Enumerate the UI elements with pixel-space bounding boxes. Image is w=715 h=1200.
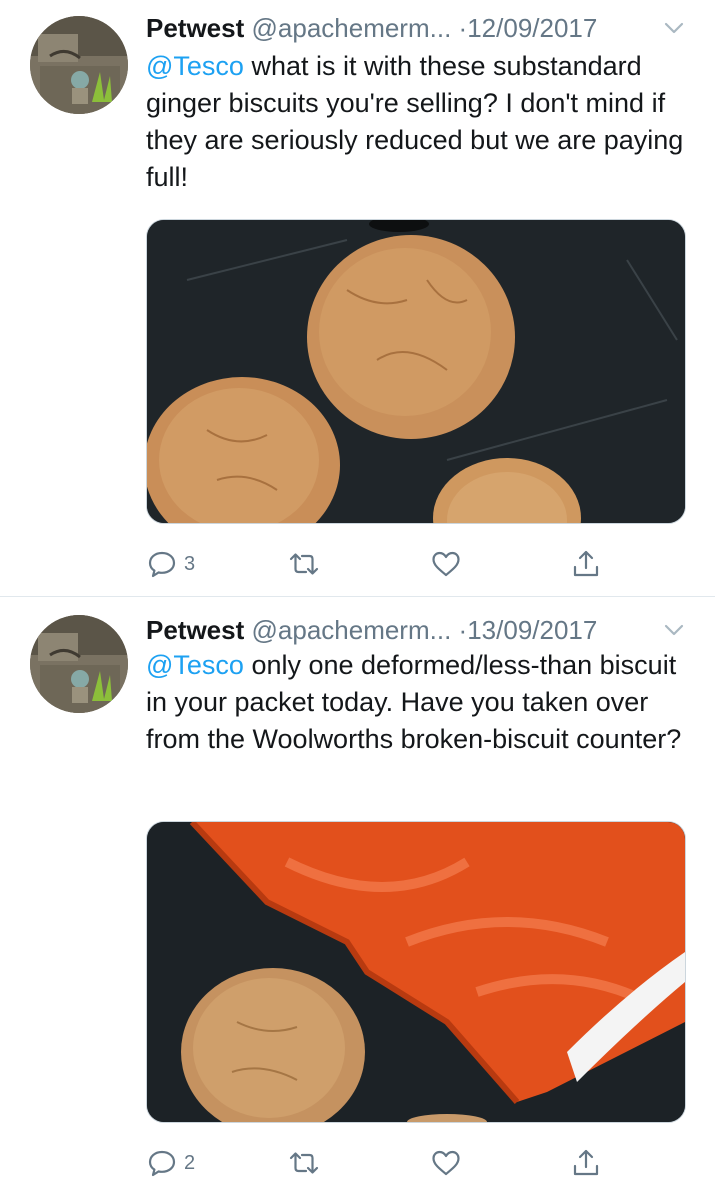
tweet-text: @Tesco only one deformed/less-than biscu… (146, 647, 691, 758)
like-button[interactable] (430, 544, 468, 584)
avatar[interactable] (30, 16, 128, 114)
ginger-biscuits-photo (147, 220, 685, 523)
tweet[interactable]: Petwest @apachemerm... ·13/09/2017 @Tesc… (0, 597, 715, 1200)
retweet-arrows-icon (289, 553, 319, 575)
tweet-date[interactable]: 13/09/2017 (467, 615, 597, 645)
reply-count: 2 (184, 1151, 196, 1174)
author-handle[interactable]: @apachemerm... (252, 615, 452, 645)
separator-dot: · (458, 13, 468, 43)
share-upload-icon (573, 1149, 599, 1176)
tweet-date[interactable]: 12/09/2017 (467, 13, 597, 43)
share-button[interactable] (570, 1143, 602, 1183)
separator-dot: · (458, 615, 468, 645)
author-handle[interactable]: @apachemerm... (252, 13, 452, 43)
tweet-photo[interactable] (146, 219, 686, 524)
avatar[interactable] (30, 615, 128, 713)
share-upload-icon (573, 550, 599, 577)
retweet-button[interactable] (288, 544, 326, 584)
tweet-text: @Tesco what is it with these substandard… (146, 48, 691, 196)
heart-icon (432, 551, 460, 577)
retweet-button[interactable] (288, 1143, 326, 1183)
tweet-header: Petwest @apachemerm... ·13/09/2017 (146, 614, 691, 646)
chevron-down-icon[interactable] (663, 20, 685, 36)
tweet-header: Petwest @apachemerm... ·12/09/2017 (146, 12, 691, 44)
avatar-image (30, 615, 128, 713)
reply-button[interactable]: 2 (146, 1143, 195, 1183)
mention-link[interactable]: @Tesco (146, 650, 244, 680)
retweet-arrows-icon (289, 1152, 319, 1174)
tweet-photo[interactable] (146, 821, 686, 1123)
reply-button[interactable]: 3 (146, 544, 195, 584)
like-button[interactable] (430, 1143, 468, 1183)
action-bar: 2 (146, 1143, 616, 1183)
reply-count: 3 (184, 552, 196, 575)
speech-bubble-icon (148, 551, 176, 578)
share-button[interactable] (570, 544, 602, 584)
action-bar: 3 (146, 544, 616, 584)
biscuit-packet-photo (147, 822, 685, 1122)
chevron-down-icon[interactable] (663, 622, 685, 638)
author-name[interactable]: Petwest (146, 13, 244, 43)
speech-bubble-icon (148, 1150, 176, 1177)
mention-link[interactable]: @Tesco (146, 51, 244, 81)
tweet[interactable]: Petwest @apachemerm... ·12/09/2017 @Tesc… (0, 0, 715, 597)
author-name[interactable]: Petwest (146, 615, 244, 645)
heart-icon (432, 1150, 460, 1176)
avatar-image (30, 16, 128, 114)
